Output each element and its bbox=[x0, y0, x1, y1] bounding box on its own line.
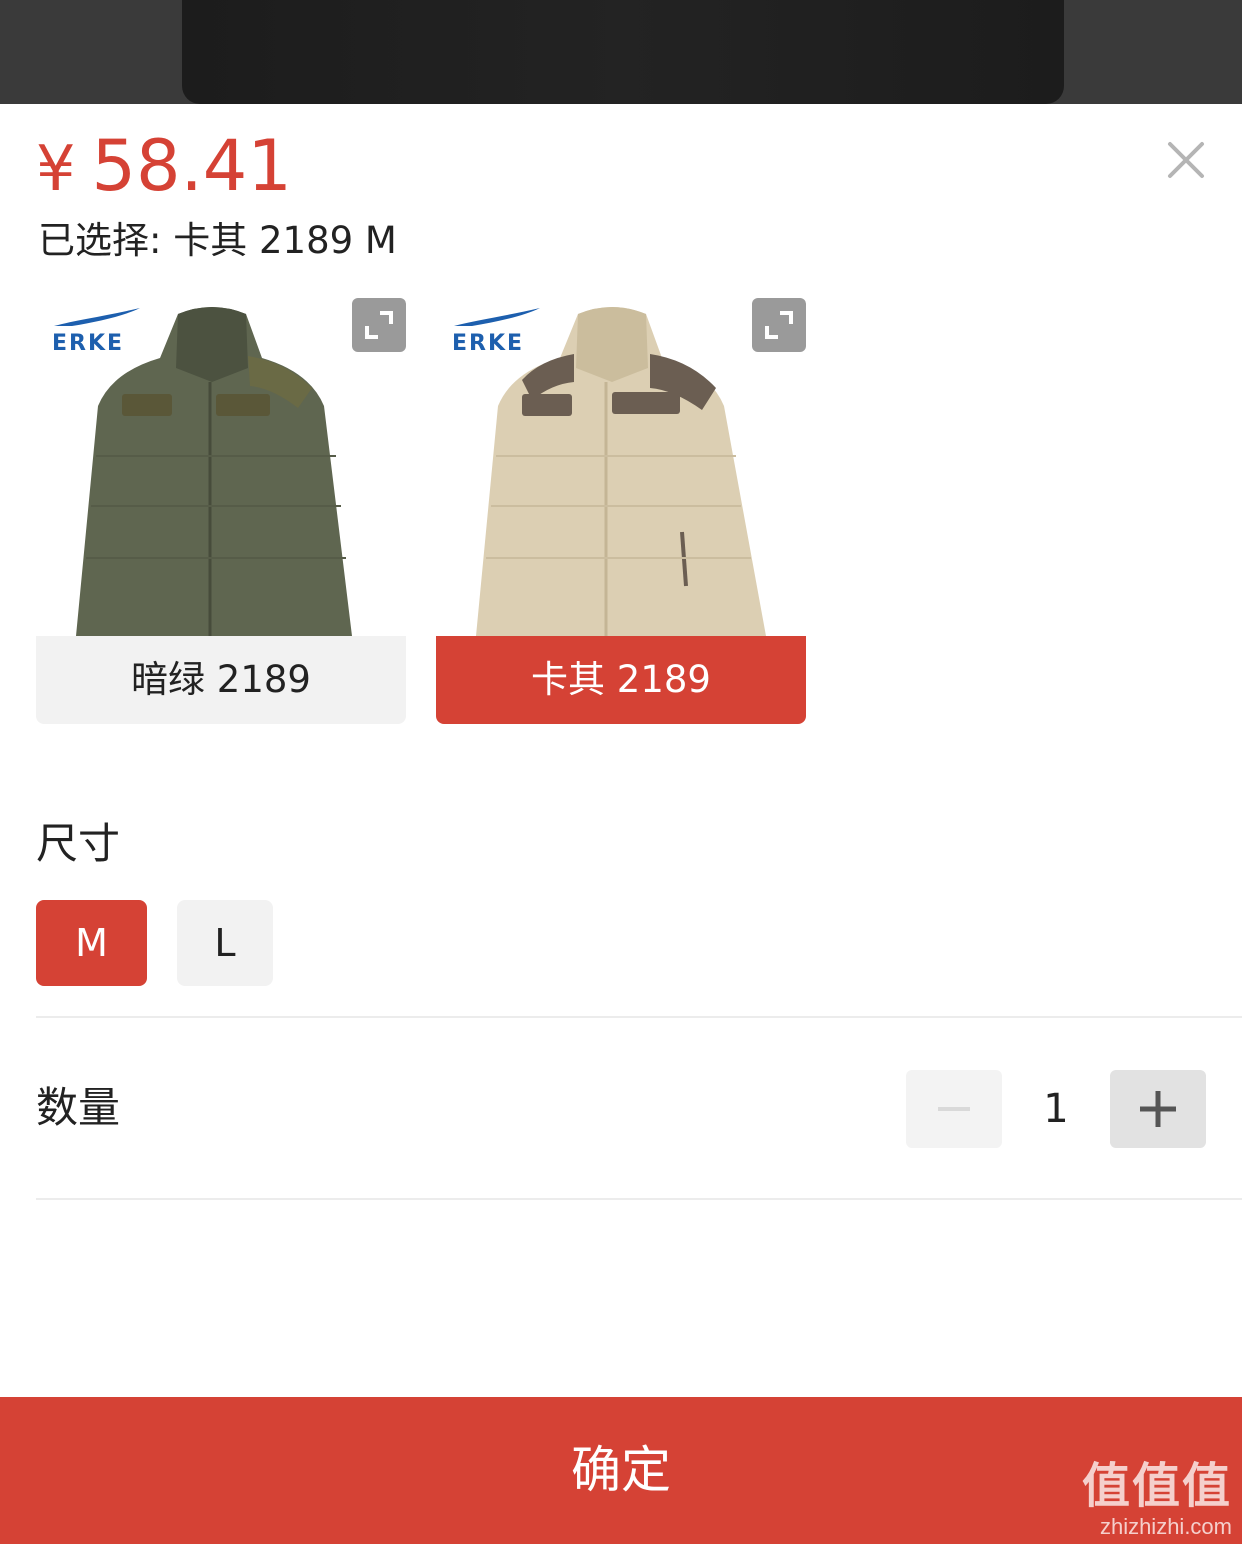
expand-icon bbox=[365, 311, 393, 339]
divider bbox=[36, 1016, 1242, 1018]
quantity-decrease-button[interactable] bbox=[906, 1070, 1002, 1148]
color-option-label: 卡其 2189 bbox=[436, 636, 806, 724]
background-product-image bbox=[182, 0, 1064, 104]
price-value: 58.41 bbox=[91, 125, 292, 207]
background-overlay[interactable] bbox=[0, 0, 1242, 104]
watermark-url: zhizhizhi.com bbox=[1099, 1514, 1232, 1539]
brand-logo: ERKE bbox=[452, 308, 540, 356]
plus-icon bbox=[1140, 1091, 1176, 1127]
divider bbox=[36, 1198, 1242, 1200]
svg-text:ERKE: ERKE bbox=[452, 331, 524, 356]
expand-image-button[interactable] bbox=[752, 298, 806, 352]
confirm-label: 确定 bbox=[571, 1441, 671, 1499]
color-option-dark-green[interactable]: ERKE 暗绿 2189 bbox=[36, 296, 406, 724]
currency-symbol: ¥ bbox=[36, 132, 76, 205]
quantity-increase-button[interactable] bbox=[1110, 1070, 1206, 1148]
size-option-m[interactable]: M bbox=[36, 900, 147, 986]
price: ¥58.41 bbox=[36, 126, 292, 206]
sku-selector-sheet: ¥58.41 已选择: 卡其 2189 M ERKE 暗绿 2189 ERKE … bbox=[0, 104, 1242, 1544]
brand-logo: ERKE bbox=[52, 308, 140, 356]
product-thumbnail: ERKE bbox=[436, 296, 806, 636]
product-thumbnail: ERKE bbox=[36, 296, 406, 636]
confirm-button[interactable]: 确定 值值值 zhizhizhi.com bbox=[0, 1397, 1242, 1544]
size-option-l[interactable]: L bbox=[177, 900, 273, 986]
close-icon bbox=[1168, 142, 1204, 178]
size-section-title: 尺寸 bbox=[36, 819, 121, 868]
quantity-value[interactable]: 1 bbox=[1002, 1070, 1110, 1148]
close-button[interactable] bbox=[1160, 134, 1212, 186]
expand-icon bbox=[765, 311, 793, 339]
svg-text:ERKE: ERKE bbox=[52, 331, 124, 356]
expand-image-button[interactable] bbox=[352, 298, 406, 352]
color-option-label: 暗绿 2189 bbox=[36, 636, 406, 724]
selected-summary: 已选择: 卡其 2189 M bbox=[38, 219, 397, 262]
watermark: 值值值 zhizhizhi.com bbox=[1082, 1460, 1232, 1540]
color-option-khaki[interactable]: ERKE 卡其 2189 bbox=[436, 296, 806, 724]
watermark-logo: 值值值 bbox=[1081, 1460, 1232, 1513]
quantity-label: 数量 bbox=[36, 1083, 121, 1132]
minus-icon bbox=[938, 1107, 970, 1111]
